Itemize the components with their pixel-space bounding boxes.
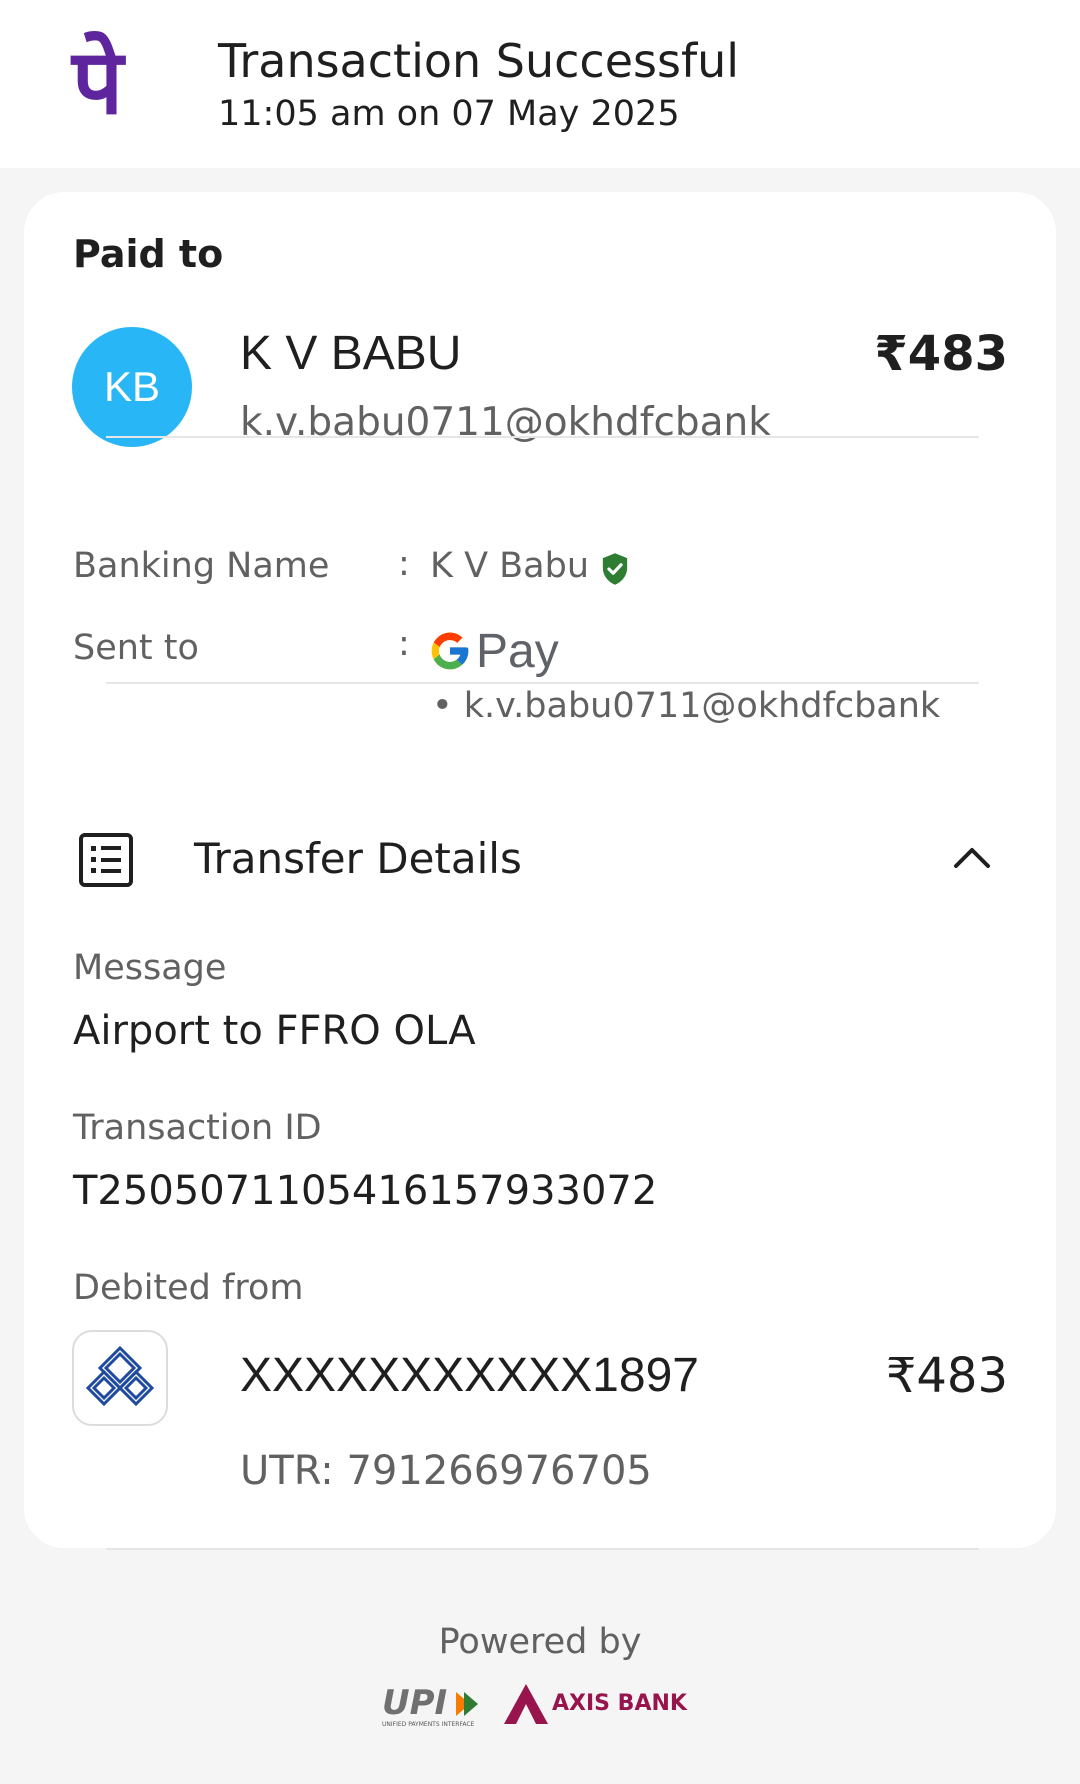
- divider: [106, 682, 979, 684]
- debited-account-number: XXXXXXXXXXX1897: [240, 1349, 699, 1402]
- banking-name-label: Banking Name: [73, 546, 330, 586]
- transaction-id-value[interactable]: T2505071105416157933072: [73, 1168, 657, 1214]
- divider: [106, 1548, 979, 1550]
- partner-logos: UPI UNIFIED PAYMENTS INTERFACE AXIS BANK: [382, 1683, 688, 1728]
- axis-bank-logo-icon: AXIS BANK: [504, 1684, 688, 1724]
- transaction-datetime: 11:05 am on 07 May 2025: [218, 94, 680, 134]
- bank-logo-icon: [72, 1330, 168, 1426]
- message-value: Airport to FFRO OLA: [73, 1008, 476, 1054]
- axis-bank-text: AXIS BANK: [552, 1691, 688, 1716]
- separator: :: [398, 544, 410, 584]
- debited-from-label: Debited from: [73, 1268, 304, 1308]
- transaction-id-label: Transaction ID: [73, 1108, 322, 1148]
- chevron-up-icon[interactable]: [952, 842, 992, 872]
- transaction-card: Paid to KB K V BABU k.v.babu0711@okhdfcb…: [24, 192, 1056, 1548]
- verified-shield-icon: [602, 553, 628, 585]
- app-header: पे Transaction Successful 11:05 am on 07…: [0, 0, 1080, 168]
- gpay-label: Pay: [476, 624, 559, 678]
- upi-logo-text: UPI: [382, 1683, 447, 1723]
- sent-to-label: Sent to: [73, 628, 199, 668]
- upi-tagline: UNIFIED PAYMENTS INTERFACE: [382, 1721, 475, 1728]
- utr-number[interactable]: UTR: 791266976705: [240, 1448, 652, 1494]
- powered-by-label: Powered by: [438, 1622, 642, 1662]
- debited-amount: ₹483: [885, 1348, 1008, 1404]
- paid-amount: ₹483: [874, 326, 1008, 382]
- paid-to-label: Paid to: [73, 232, 224, 276]
- receipt-list-icon: [79, 833, 133, 887]
- banking-name-value: K V Babu: [430, 546, 590, 586]
- sent-to-upi-id: • k.v.babu0711@okhdfcbank: [432, 686, 941, 726]
- transfer-details-title[interactable]: Transfer Details: [194, 834, 522, 883]
- google-g-icon: [431, 632, 469, 670]
- payee-upi-id: k.v.babu0711@okhdfcbank: [240, 400, 771, 445]
- page-title: Transaction Successful: [218, 34, 740, 88]
- divider: [106, 436, 979, 438]
- message-label: Message: [73, 948, 227, 988]
- bank-of-india-icon: [85, 1345, 155, 1407]
- separator: :: [398, 624, 410, 664]
- upi-logo-icon: UPI UNIFIED PAYMENTS INTERFACE: [382, 1683, 478, 1728]
- phonepe-logo-icon: पे: [72, 30, 124, 135]
- payee-name: K V BABU: [240, 327, 462, 380]
- gpay-logo: Pay: [428, 624, 559, 678]
- avatar: KB: [72, 327, 192, 447]
